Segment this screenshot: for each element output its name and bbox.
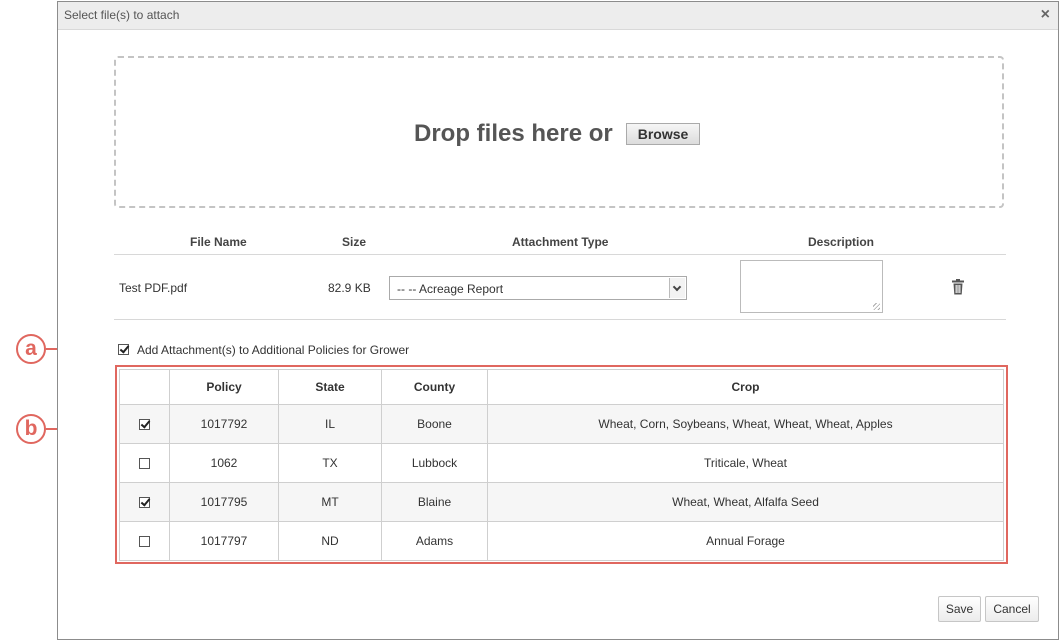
save-button[interactable]: Save: [938, 596, 981, 622]
row-checkbox[interactable]: [139, 419, 150, 431]
resize-grip-icon[interactable]: [873, 303, 880, 310]
state-cell: TX: [278, 443, 382, 483]
add-to-policies-label: Add Attachment(s) to Additional Policies…: [137, 343, 410, 357]
policy-table-header: Policy State County Crop: [119, 369, 1004, 405]
attach-files-dialog: Select file(s) to attach × Drop files he…: [57, 1, 1059, 640]
col-header-description: Description: [808, 235, 875, 249]
county-cell: Lubbock: [381, 443, 488, 483]
col-header-attachment-type: Attachment Type: [512, 235, 609, 249]
row-checkbox[interactable]: [139, 458, 150, 470]
county-cell: Blaine: [381, 482, 488, 522]
row-select-cell: [119, 443, 170, 483]
crop-cell: Triticale, Wheat: [487, 443, 1004, 483]
col-header-file-name: File Name: [190, 235, 247, 249]
policy-cell: 1062: [169, 443, 279, 483]
policy-cell: 1017792: [169, 404, 279, 444]
policy-table-highlight: Policy State County Crop 1017792 IL Boon…: [115, 365, 1008, 564]
col-header-crop: Crop: [487, 369, 1004, 405]
add-to-policies-checkbox[interactable]: [118, 344, 129, 355]
policy-table: Policy State County Crop 1017792 IL Boon…: [119, 369, 1004, 561]
table-row[interactable]: 1017795 MT Blaine Wheat, Wheat, Alfalfa …: [119, 482, 1004, 522]
col-header-state: State: [278, 369, 382, 405]
trash-icon[interactable]: [951, 279, 965, 295]
county-cell: Adams: [381, 521, 488, 561]
col-header-policy: Policy: [169, 369, 279, 405]
table-row[interactable]: 1017792 IL Boone Wheat, Corn, Soybeans, …: [119, 404, 1004, 444]
file-row-divider: [114, 319, 1006, 320]
file-size: 82.9 KB: [328, 281, 371, 295]
close-icon[interactable]: ×: [1041, 6, 1050, 24]
state-cell: ND: [278, 521, 382, 561]
row-select-cell: [119, 521, 170, 561]
file-drop-zone[interactable]: Drop files here or Browse: [114, 56, 1004, 208]
row-checkbox[interactable]: [139, 497, 150, 509]
callout-b: b: [16, 414, 46, 444]
crop-cell: Annual Forage: [487, 521, 1004, 561]
file-header-divider: [114, 254, 1006, 255]
dialog-title: Select file(s) to attach: [64, 8, 180, 22]
policy-cell: 1017797: [169, 521, 279, 561]
policy-cell: 1017795: [169, 482, 279, 522]
row-checkbox[interactable]: [139, 536, 150, 548]
row-select-cell: [119, 404, 170, 444]
browse-button[interactable]: Browse: [626, 123, 700, 145]
attachment-type-select[interactable]: -- -- Acreage Report: [389, 276, 687, 300]
col-header-county: County: [381, 369, 488, 405]
state-cell: MT: [278, 482, 382, 522]
col-header-size: Size: [342, 235, 367, 249]
table-row[interactable]: 1062 TX Lubbock Triticale, Wheat: [119, 443, 1004, 483]
callout-a: a: [16, 334, 46, 364]
table-row[interactable]: 1017797 ND Adams Annual Forage: [119, 521, 1004, 561]
drop-files-text: Drop files here or: [414, 120, 613, 147]
row-select-cell: [119, 482, 170, 522]
description-textarea[interactable]: [740, 260, 883, 313]
file-name: Test PDF.pdf: [119, 281, 188, 295]
dialog-titlebar: Select file(s) to attach ×: [58, 2, 1058, 30]
chevron-down-icon[interactable]: [669, 278, 685, 298]
cancel-button[interactable]: Cancel: [985, 596, 1039, 622]
county-cell: Boone: [381, 404, 488, 444]
col-header-select: [119, 369, 170, 405]
crop-cell: Wheat, Corn, Soybeans, Wheat, Wheat, Whe…: [487, 404, 1004, 444]
state-cell: IL: [278, 404, 382, 444]
attachment-type-value: -- -- Acreage Report: [397, 282, 504, 296]
crop-cell: Wheat, Wheat, Alfalfa Seed: [487, 482, 1004, 522]
